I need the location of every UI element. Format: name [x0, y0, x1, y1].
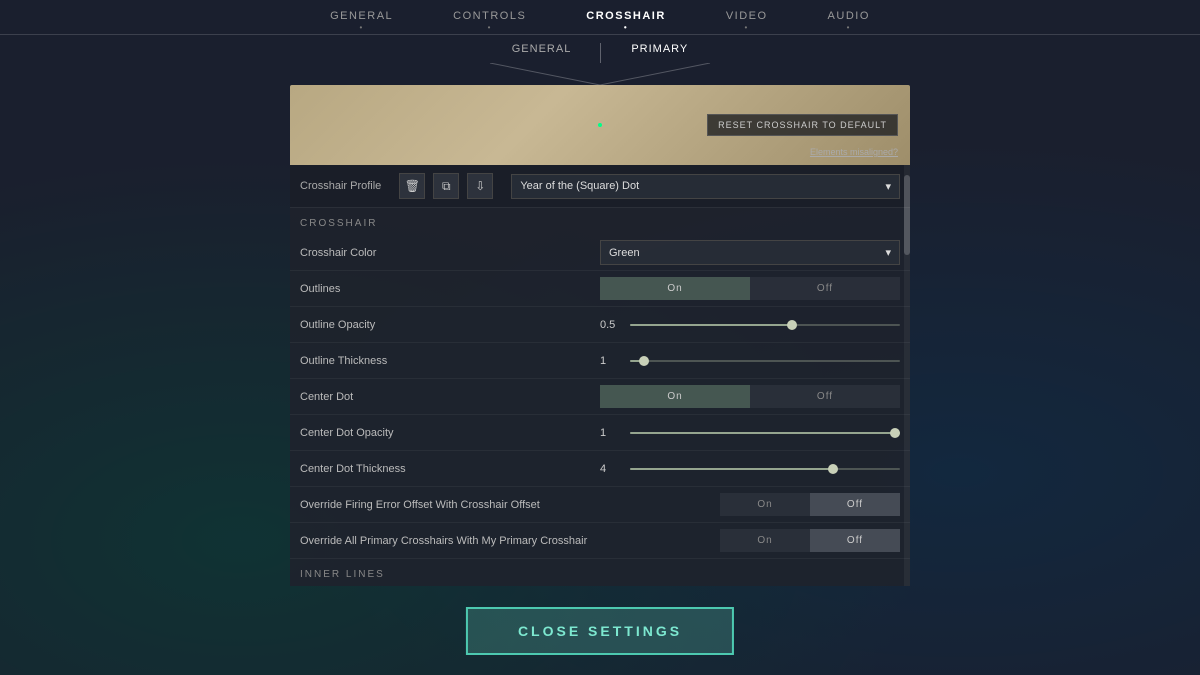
- override-primary-crosshairs-label: Override All Primary Crosshairs With My …: [300, 535, 720, 547]
- delete-profile-button[interactable]: 🗑: [399, 173, 425, 199]
- nav-general[interactable]: GENERAL: [330, 10, 393, 28]
- override-firing-error-toggle: On Off: [720, 493, 900, 516]
- override-firing-error-on-button[interactable]: On: [720, 493, 810, 516]
- outline-thickness-track[interactable]: [630, 360, 900, 362]
- center-dot-thickness-control: 4: [600, 463, 900, 475]
- settings-panel: Crosshair Profile 🗑 ⧉ ⇩ Year of the (Squ…: [290, 165, 910, 586]
- crosshair-color-dropdown[interactable]: Green ▾: [600, 240, 900, 265]
- outline-thickness-control: 1: [600, 355, 900, 367]
- override-firing-error-control: On Off: [720, 493, 900, 516]
- crosshair-section-title: CROSSHAIR: [290, 208, 910, 235]
- outlines-control: On Off: [600, 277, 900, 300]
- center-dot-thickness-track[interactable]: [630, 468, 900, 470]
- center-dot-opacity-slider-container: 1: [600, 427, 900, 439]
- override-firing-error-off-button[interactable]: Off: [810, 493, 900, 516]
- center-dot-row: Center Dot On Off: [290, 379, 910, 415]
- outlines-row: Outlines On Off: [290, 271, 910, 307]
- center-dot-thickness-thumb[interactable]: [828, 464, 838, 474]
- top-nav: GENERAL CONTROLS CROSSHAIR VIDEO AUDIO: [0, 0, 1200, 35]
- center-dot-thickness-label: Center Dot Thickness: [300, 463, 600, 475]
- outlines-toggle: On Off: [600, 277, 900, 300]
- nav-controls[interactable]: CONTROLS: [453, 10, 526, 28]
- sub-nav-general[interactable]: GENERAL: [482, 35, 602, 63]
- sub-nav-primary[interactable]: PRIMARY: [601, 35, 718, 63]
- crosshair-color-value: Green: [609, 247, 640, 259]
- dropdown-arrow: ▾: [885, 246, 891, 259]
- center-dot-opacity-row: Center Dot Opacity 1: [290, 415, 910, 451]
- profile-dropdown[interactable]: Year of the (Square) Dot ▾: [511, 174, 900, 199]
- import-profile-button[interactable]: ⇩: [467, 173, 493, 199]
- override-primary-crosshairs-row: Override All Primary Crosshairs With My …: [290, 523, 910, 559]
- center-dot-control: On Off: [600, 385, 900, 408]
- center-dot-thickness-row: Center Dot Thickness 4: [290, 451, 910, 487]
- crosshair-color-control: Green ▾: [600, 240, 900, 265]
- preview-area: RESET CROSSHAIR TO DEFAULT Elements misa…: [290, 85, 910, 165]
- outline-thickness-slider-container: 1: [600, 355, 900, 367]
- outline-thickness-row: Outline Thickness 1: [290, 343, 910, 379]
- profile-label: Crosshair Profile: [300, 180, 381, 192]
- main-panel: RESET CROSSHAIR TO DEFAULT Elements misa…: [290, 85, 910, 586]
- outline-opacity-slider-container: 0.5: [600, 319, 900, 331]
- outline-opacity-thumb[interactable]: [787, 320, 797, 330]
- center-dot-opacity-control: 1: [600, 427, 900, 439]
- center-dot-thickness-value: 4: [600, 463, 620, 475]
- center-dot-off-button[interactable]: Off: [750, 385, 900, 408]
- outline-thickness-value: 1: [600, 355, 620, 367]
- override-firing-error-label: Override Firing Error Offset With Crossh…: [300, 499, 720, 511]
- outline-opacity-control: 0.5: [600, 319, 900, 331]
- outline-opacity-label: Outline Opacity: [300, 319, 600, 331]
- profile-dropdown-value: Year of the (Square) Dot: [520, 180, 639, 192]
- override-firing-error-row: Override Firing Error Offset With Crossh…: [290, 487, 910, 523]
- copy-profile-button[interactable]: ⧉: [433, 173, 459, 199]
- outline-thickness-thumb[interactable]: [639, 356, 649, 366]
- profile-dropdown-chevron: ▾: [885, 180, 891, 193]
- center-dot-opacity-value: 1: [600, 427, 620, 439]
- inner-lines-section-title: INNER LINES: [290, 559, 910, 586]
- crosshair-dot: [598, 123, 602, 127]
- override-primary-crosshairs-off-button[interactable]: Off: [810, 529, 900, 552]
- center-dot-opacity-fill: [630, 432, 900, 434]
- outlines-label: Outlines: [300, 283, 600, 295]
- outlines-off-button[interactable]: Off: [750, 277, 900, 300]
- override-primary-crosshairs-control: On Off: [720, 529, 900, 552]
- center-dot-label: Center Dot: [300, 391, 600, 403]
- center-dot-on-button[interactable]: On: [600, 385, 750, 408]
- crosshair-color-row: Crosshair Color Green ▾: [290, 235, 910, 271]
- nav-video[interactable]: VIDEO: [726, 10, 768, 28]
- sub-nav: GENERAL PRIMARY: [0, 35, 1200, 63]
- outlines-on-button[interactable]: On: [600, 277, 750, 300]
- override-primary-crosshairs-toggle: On Off: [720, 529, 900, 552]
- outline-opacity-row: Outline Opacity 0.5: [290, 307, 910, 343]
- center-dot-thickness-slider-container: 4: [600, 463, 900, 475]
- outline-opacity-value: 0.5: [600, 319, 620, 331]
- outline-opacity-fill: [630, 324, 792, 326]
- elements-misaligned-link[interactable]: Elements misaligned?: [810, 147, 898, 157]
- scrollbar[interactable]: [904, 165, 910, 586]
- center-dot-opacity-thumb[interactable]: [890, 428, 900, 438]
- nav-crosshair[interactable]: CROSSHAIR: [586, 10, 666, 28]
- center-dot-opacity-track[interactable]: [630, 432, 900, 434]
- profile-row: Crosshair Profile 🗑 ⧉ ⇩ Year of the (Squ…: [290, 165, 910, 208]
- close-button-container: CLOSE SETTINGS: [466, 607, 734, 655]
- outline-opacity-track[interactable]: [630, 324, 900, 326]
- close-settings-button[interactable]: CLOSE SETTINGS: [466, 607, 734, 655]
- center-dot-toggle: On Off: [600, 385, 900, 408]
- scroll-thumb[interactable]: [904, 175, 910, 255]
- override-primary-crosshairs-on-button[interactable]: On: [720, 529, 810, 552]
- center-dot-opacity-label: Center Dot Opacity: [300, 427, 600, 439]
- crosshair-color-label: Crosshair Color: [300, 247, 600, 259]
- center-dot-thickness-fill: [630, 468, 833, 470]
- nav-audio[interactable]: AUDIO: [828, 10, 870, 28]
- outline-thickness-label: Outline Thickness: [300, 355, 600, 367]
- reset-crosshair-button[interactable]: RESET CROSSHAIR TO DEFAULT: [707, 114, 898, 136]
